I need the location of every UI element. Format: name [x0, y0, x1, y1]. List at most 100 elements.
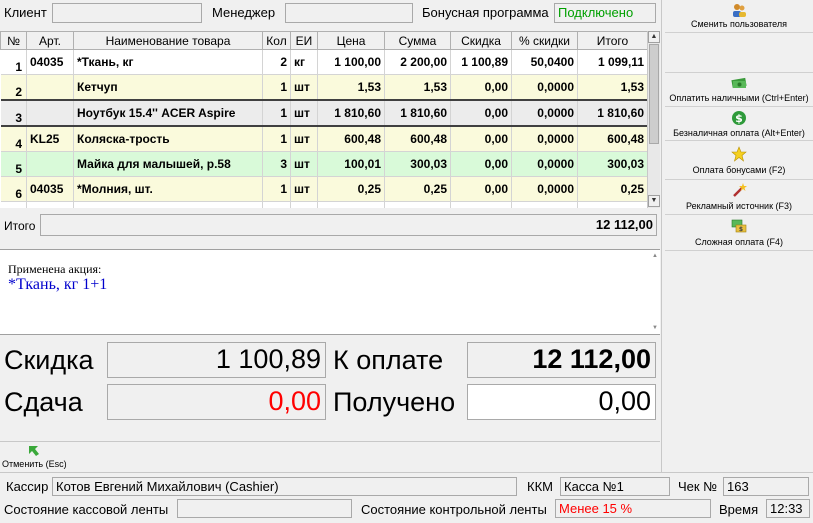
column-header[interactable]: Наименование товара: [73, 31, 263, 50]
cell-sum: 600,48: [384, 126, 451, 152]
table-row[interactable]: 1 04035 *Ткань, кг 2 кг 1 100,00 2 200,00 1 100…: [0, 49, 648, 75]
cell-name: Тестовое №146066800001: [73, 201, 263, 208]
cell-n: 5: [0, 151, 27, 177]
cell-n: 4: [0, 126, 27, 152]
column-header[interactable]: Сумма: [384, 31, 451, 50]
table-row[interactable]: 4 KL25 Коляска-трость 1 шт 600,48 600,48 0,00 0,…: [0, 126, 648, 152]
cell-disc: 0,00: [450, 74, 512, 101]
check-number-label: Чек №: [678, 479, 718, 494]
scroll-down-arrow-icon[interactable]: ▼: [652, 325, 658, 331]
cell-unit: шт: [290, 126, 318, 152]
cell-sum: 300,03: [384, 151, 451, 177]
cell-price: 1,53: [317, 74, 385, 101]
table-row[interactable]: 6 04035 *Молния, шт. 1 шт 0,25 0,25 0,00 0,0000 0…: [0, 176, 648, 202]
svg-text:$: $: [739, 226, 743, 233]
cell-total: 300,03: [577, 151, 648, 177]
cell-n: 6: [0, 176, 27, 202]
cell-disc: 1 100,89: [450, 49, 512, 75]
cell-n: 2: [0, 74, 27, 101]
column-header[interactable]: Кол: [262, 31, 291, 50]
complex-payment-icon: $: [731, 219, 747, 233]
cell-price: 1 100,00: [317, 49, 385, 75]
cell-total: 1 810,60: [577, 99, 648, 127]
svg-text:$: $: [735, 112, 743, 125]
scroll-thumb[interactable]: [649, 44, 659, 144]
cell-sum: 1 810,60: [384, 99, 451, 127]
cell-art: [26, 99, 74, 127]
magic-wand-icon: [733, 183, 747, 197]
switch-user-button[interactable]: Сменить пользователя: [665, 0, 813, 33]
table-row[interactable]: 3 Ноутбук 15.4'' ACER Aspire 1 шт 1 810,60 1 …: [0, 99, 648, 127]
check-number-field: 163: [723, 477, 809, 496]
control-tape-status-label: Состояние контрольной ленты: [361, 502, 547, 517]
column-header[interactable]: Арт.: [26, 31, 74, 50]
total-value: 12 112,00: [40, 214, 657, 236]
column-header[interactable]: №: [0, 31, 27, 50]
scroll-up-arrow-icon[interactable]: ▲: [648, 31, 660, 43]
to-pay-value: 12 112,00: [467, 342, 656, 378]
cell-n: 3: [0, 99, 27, 127]
promotion-label: Применена акция:: [8, 262, 102, 276]
cancel-button[interactable]: Отменить (Esc): [0, 444, 72, 470]
pay-cash-button[interactable]: Оплатить наличными (Ctrl+Enter): [665, 73, 813, 107]
pay-card-button[interactable]: $ Безналичная оплата (Alt+Enter): [665, 107, 813, 141]
cell-unit: кг: [290, 201, 318, 208]
cell-total: 1 099,11: [577, 49, 648, 75]
discount-label: Скидка: [4, 345, 94, 375]
cell-price: 1 810,60: [317, 99, 385, 127]
time-label: Время: [719, 502, 759, 517]
received-input[interactable]: 0,00: [467, 384, 656, 420]
tape-status-field: [177, 499, 352, 518]
bonus-program-status: Подключено: [554, 3, 656, 23]
change-label: Сдача: [4, 387, 83, 417]
cell-pct: 0,0000: [511, 201, 578, 208]
cell-name: Коляска-трость: [73, 126, 263, 152]
cell-qty: 1: [262, 99, 291, 127]
cashier-label: Кассир: [6, 479, 49, 494]
cell-price: 3 100,00: [317, 201, 385, 208]
cell-sum: 2 200,00: [384, 49, 451, 75]
table-header-row: № Арт. Наименование товара Кол ЕИ Цена С…: [0, 31, 648, 50]
cell-art: [26, 74, 74, 101]
total-label: Итого: [4, 219, 36, 233]
cell-sum: 1,53: [384, 74, 451, 101]
back-arrow-icon: [29, 446, 39, 456]
divider: [0, 472, 813, 473]
cell-total: 3 100,00: [577, 201, 648, 208]
manager-field[interactable]: [285, 3, 413, 23]
cell-name: Кетчуп: [73, 74, 263, 101]
cell-disc: 0,00: [450, 126, 512, 152]
complex-pay-button[interactable]: $ Сложная оплата (F4): [665, 215, 813, 251]
cell-unit: шт: [290, 99, 318, 127]
column-header[interactable]: Цена: [317, 31, 385, 50]
table-row[interactable]: 7Тестовое №1460668000011кг3 100,003 100,…: [0, 201, 648, 208]
cell-sum: 0,25: [384, 176, 451, 202]
cell-disc: 0,00: [450, 176, 512, 202]
client-field[interactable]: [52, 3, 202, 23]
cell-unit: шт: [290, 74, 318, 101]
cell-pct: 0,0000: [511, 176, 578, 202]
divider: [661, 0, 662, 472]
table-scrollbar[interactable]: ▲ ▼: [647, 31, 660, 208]
discount-value: 1 100,89: [107, 342, 326, 378]
items-table[interactable]: № Арт. Наименование товара Кол ЕИ Цена С…: [0, 31, 660, 208]
control-tape-status-field: Менее 15 %: [555, 499, 711, 518]
cell-total: 0,25: [577, 176, 648, 202]
cell-qty: 1: [262, 74, 291, 101]
column-header[interactable]: Итого: [577, 31, 648, 50]
column-header[interactable]: % скидки: [511, 31, 578, 50]
divider: [0, 441, 660, 442]
to-pay-label: К оплате: [333, 345, 444, 375]
scroll-up-arrow-icon[interactable]: ▲: [652, 253, 658, 259]
cell-price: 600,48: [317, 126, 385, 152]
ad-source-button[interactable]: Рекламный источник (F3): [665, 180, 813, 215]
column-header[interactable]: Скидка: [450, 31, 512, 50]
column-header[interactable]: ЕИ: [290, 31, 318, 50]
pay-bonus-button[interactable]: Оплата бонусами (F2): [665, 141, 813, 180]
table-row[interactable]: 5 Майка для малышей, р.58 3 шт 100,01 300,03 0…: [0, 151, 648, 177]
cell-art: KL25: [26, 126, 74, 152]
table-row[interactable]: 2 Кетчуп 1 шт 1,53 1,53 0,00 0,0000 1,53: [0, 74, 648, 101]
promotion-panel: Применена акция: *Ткань, кг 1+1 ▲ ▼: [0, 249, 660, 335]
cell-name: Майка для малышей, р.58: [73, 151, 263, 177]
scroll-down-arrow-icon[interactable]: ▼: [648, 195, 660, 207]
